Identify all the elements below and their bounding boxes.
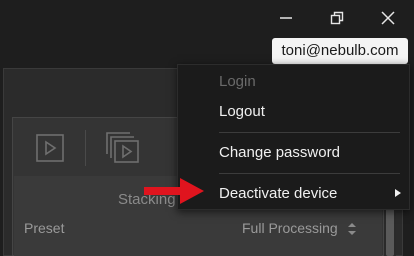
menu-item-login: Login (219, 73, 256, 90)
menu-separator (219, 132, 400, 133)
close-button[interactable] (373, 6, 403, 30)
account-menu: Login Logout Change password Deactivate … (177, 64, 410, 210)
stepper-icon[interactable] (346, 221, 358, 237)
batch-play-icon[interactable] (104, 130, 140, 164)
menu-item-deactivate-device[interactable]: Deactivate device (219, 185, 337, 202)
menu-item-change-password[interactable]: Change password (219, 144, 340, 161)
restore-button[interactable] (322, 6, 352, 30)
menu-item-logout[interactable]: Logout (219, 103, 265, 120)
account-button[interactable]: toni@nebulb.com (272, 38, 408, 64)
close-icon (381, 11, 395, 25)
annotation-arrow-icon (144, 178, 204, 204)
preset-select[interactable]: Full Processing (242, 220, 338, 236)
restore-icon (330, 11, 344, 25)
preset-label: Preset (24, 220, 65, 236)
submenu-arrow-icon (395, 189, 401, 197)
play-icon[interactable] (36, 134, 64, 162)
minimize-button[interactable] (271, 6, 301, 30)
menu-separator (219, 173, 400, 174)
toolbar-divider (85, 130, 86, 166)
minimize-icon (280, 17, 292, 19)
